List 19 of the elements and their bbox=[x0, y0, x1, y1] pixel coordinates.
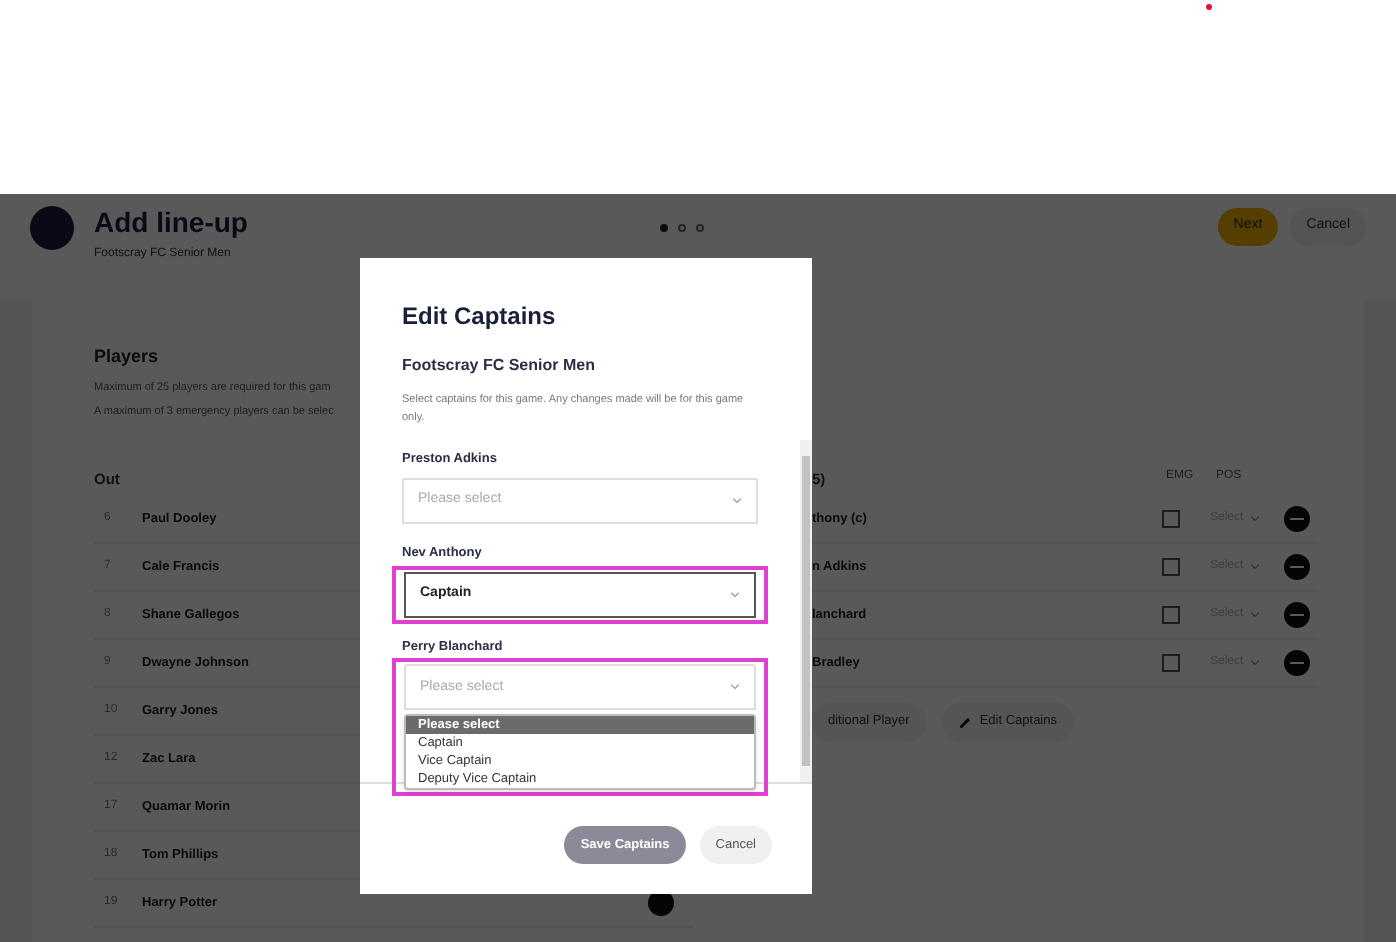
scrollbar[interactable] bbox=[800, 440, 812, 782]
emg-checkbox[interactable] bbox=[1162, 606, 1180, 624]
page-title: Add line-up bbox=[94, 204, 250, 240]
dot-mark bbox=[1206, 4, 1212, 10]
emg-checkbox[interactable] bbox=[1162, 654, 1180, 672]
chevron-down-icon bbox=[730, 684, 740, 691]
remove-player-icon[interactable] bbox=[1284, 506, 1310, 532]
team-name: Footscray FC Senior Men bbox=[402, 354, 597, 378]
chevron-down-icon bbox=[732, 497, 742, 504]
remove-player-icon[interactable] bbox=[1284, 650, 1310, 676]
logo-icon bbox=[30, 206, 74, 250]
remove-player-icon[interactable] bbox=[1284, 602, 1310, 628]
emg-checkbox[interactable] bbox=[1162, 558, 1180, 576]
emg-checkbox[interactable] bbox=[1162, 510, 1180, 528]
modal-title: Edit Captains bbox=[402, 300, 558, 334]
pencil-icon bbox=[957, 715, 972, 729]
chevron-down-icon bbox=[730, 591, 740, 597]
remove-player-icon[interactable] bbox=[1284, 554, 1310, 580]
section-title: Players bbox=[94, 344, 159, 370]
